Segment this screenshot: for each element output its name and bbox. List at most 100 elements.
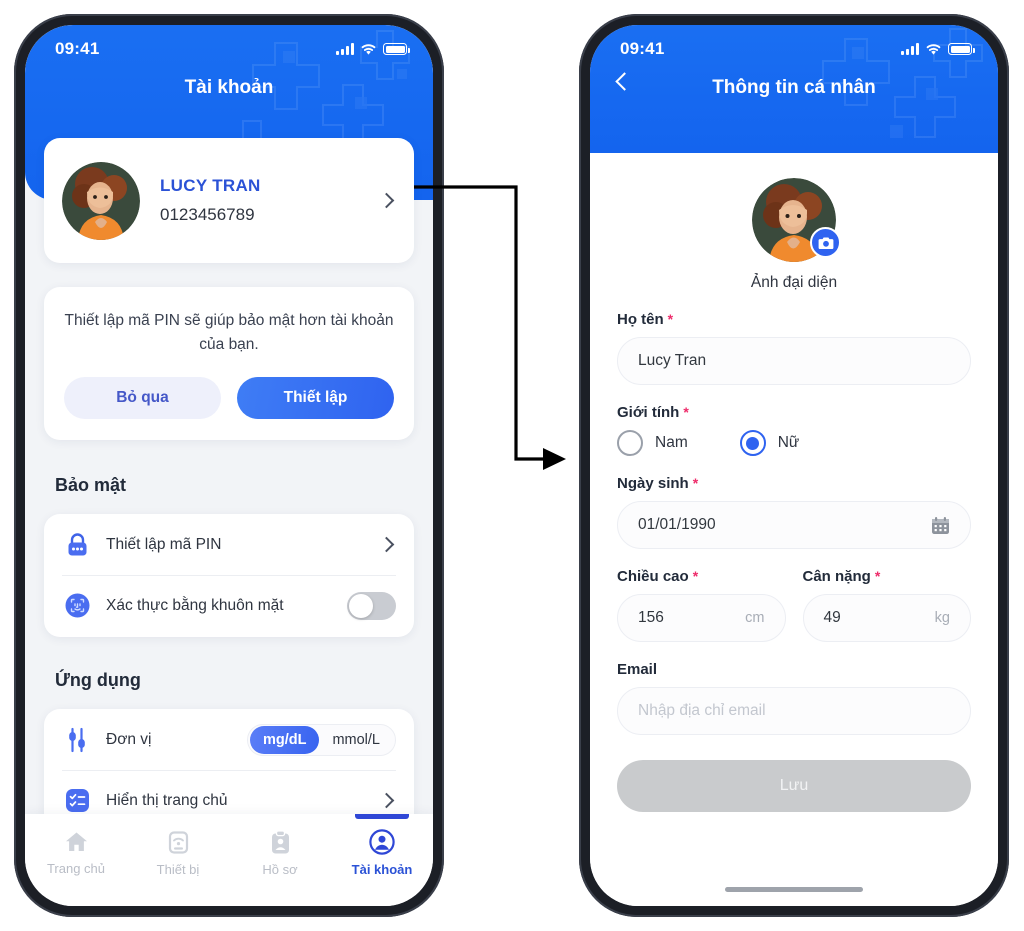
battery-icon [383, 43, 410, 55]
avatar [62, 161, 140, 240]
unit-segmented-control[interactable]: mg/dL mmol/L [246, 723, 396, 756]
row-face-auth[interactable]: Xác thực bằng khuôn mặt [44, 575, 414, 636]
required-marker: * [874, 568, 881, 584]
security-list: Thiết lập mã PIN Xác thực bằng khuôn mặt [44, 514, 414, 637]
signal-icon [336, 43, 354, 55]
label-text: Chiều cao [617, 568, 689, 585]
field-height: Chiều cao * 156 cm [617, 568, 786, 642]
field-name: Họ tên * Lucy Tran [617, 311, 971, 385]
required-marker: * [683, 404, 689, 420]
field-email: Email Nhập địa chỉ email [617, 661, 971, 735]
input-value: 156 [638, 609, 664, 626]
field-label: Chiều cao * [617, 568, 786, 585]
field-label: Email [617, 661, 971, 678]
row-unit[interactable]: Đơn vị mg/dL mmol/L [44, 709, 414, 770]
required-marker: * [667, 311, 674, 327]
right-phone-screen: 09:41 Thông tin cá nhân Ảnh đại diện Họ … [590, 25, 998, 906]
wifi-icon [361, 43, 376, 55]
status-icons [336, 43, 410, 56]
sliders-icon [62, 727, 92, 753]
radio-female[interactable]: Nữ [739, 430, 800, 456]
left-content: LUCY TRAN 0123456789 Thiết lập mã PIN sẽ… [25, 25, 433, 906]
unit-option-mgdl[interactable]: mg/dL [249, 725, 320, 754]
save-button[interactable]: Lưu [617, 760, 971, 812]
tab-home[interactable]: Trang chủ [25, 814, 127, 906]
status-icons [901, 43, 975, 56]
radio-male[interactable]: Nam [617, 430, 688, 456]
home-indicator [725, 887, 863, 892]
profile-form: Ảnh đại diện Họ tên * Lucy Tran Giới tín… [590, 153, 998, 906]
device-wifi-icon [168, 830, 188, 854]
input-placeholder: Nhập địa chỉ email [638, 702, 766, 719]
setup-pin-button[interactable]: Thiết lập [237, 377, 394, 420]
right-header: 09:41 Thông tin cá nhân [590, 25, 998, 153]
security-section-title: Bảo mật [55, 475, 127, 495]
gender-radio-group: Nam Nữ [617, 430, 971, 456]
application-section-title: Ứng dụng [55, 670, 141, 690]
skip-button[interactable]: Bỏ qua [64, 377, 221, 420]
label-text: Email [617, 661, 658, 678]
tab-account[interactable]: Tài khoản [331, 814, 433, 906]
chevron-right-icon[interactable] [378, 192, 395, 209]
unit-option-mmoll[interactable]: mmol/L [319, 726, 393, 754]
chevron-right-icon[interactable] [378, 536, 395, 553]
label-text: Giới tính [617, 404, 680, 421]
user-avatar-photo [62, 161, 140, 240]
required-marker: * [692, 568, 699, 584]
height-input[interactable]: 156 cm [617, 594, 786, 642]
row-label: Đơn vị [106, 730, 152, 748]
calendar-icon[interactable] [931, 516, 950, 535]
tab-records[interactable]: Hồ sơ [229, 814, 331, 906]
field-label: Cân nặng * [803, 568, 972, 585]
avatar-caption: Ảnh đại diện [750, 274, 838, 291]
tab-label: Hồ sơ [262, 861, 298, 877]
row-setup-pin[interactable]: Thiết lập mã PIN [44, 514, 414, 575]
dob-input[interactable]: 01/01/1990 [617, 501, 971, 549]
status-time: 09:41 [55, 39, 100, 58]
pin-promo-card: Thiết lập mã PIN sẽ giúp bảo mật hơn tài… [44, 287, 414, 440]
pin-promo-text: Thiết lập mã PIN sẽ giúp bảo mật hơn tài… [64, 312, 394, 354]
radio-button-selected-icon [739, 430, 766, 456]
field-dob: Ngày sinh * 01/01/1990 [617, 475, 971, 549]
status-time: 09:41 [620, 39, 665, 58]
home-icon [65, 832, 87, 851]
lock-icon [62, 532, 92, 557]
battery-icon [948, 43, 975, 55]
comparison-stage: 09:41 Tài khoản LUCY TRAN 0123456789 Thi… [0, 0, 1024, 931]
profile-card[interactable]: LUCY TRAN 0123456789 [44, 138, 414, 263]
camera-icon[interactable] [810, 227, 841, 258]
radio-label: Nữ [777, 434, 800, 451]
face-id-icon [62, 593, 92, 618]
tab-label: Thiết bị [156, 861, 200, 877]
weight-input[interactable]: 49 kg [802, 594, 971, 642]
tab-device[interactable]: Thiết bị [127, 814, 229, 906]
right-status-bar: 09:41 [590, 25, 998, 67]
bottom-tab-bar: Trang chủ Thiết bị Hồ sơ Tài khoản [25, 814, 433, 906]
required-marker: * [692, 475, 699, 491]
left-phone-screen: 09:41 Tài khoản LUCY TRAN 0123456789 Thi… [25, 25, 433, 906]
clipboard-icon [271, 829, 289, 853]
height-unit: cm [745, 610, 765, 626]
input-value: 01/01/1990 [638, 516, 716, 533]
tab-label: Tài khoản [351, 862, 413, 877]
weight-unit: kg [934, 610, 950, 626]
input-value: Lucy Tran [638, 352, 707, 369]
email-input[interactable]: Nhập địa chỉ email [617, 687, 971, 735]
row-label: Thiết lập mã PIN [106, 535, 222, 553]
avatar-edit[interactable] [752, 178, 841, 262]
right-page-title: Thông tin cá nhân [712, 77, 876, 98]
face-auth-toggle[interactable] [347, 591, 396, 620]
left-phone-frame: 09:41 Tài khoản LUCY TRAN 0123456789 Thi… [14, 14, 444, 917]
right-phone-frame: 09:41 Thông tin cá nhân Ảnh đại diện Họ … [579, 14, 1009, 917]
signal-icon [901, 43, 919, 55]
name-input[interactable]: Lucy Tran [617, 337, 971, 385]
field-label: Họ tên * [617, 311, 971, 328]
field-label: Giới tính * [617, 404, 971, 421]
checklist-icon [62, 788, 92, 813]
field-label: Ngày sinh * [617, 475, 971, 492]
chevron-right-icon[interactable] [378, 792, 395, 809]
row-label: Xác thực bằng khuôn mặt [106, 596, 284, 614]
field-weight: Cân nặng * 49 kg [802, 568, 972, 642]
row-label: Hiển thị trang chủ [106, 791, 228, 809]
label-text: Ngày sinh [617, 475, 689, 492]
